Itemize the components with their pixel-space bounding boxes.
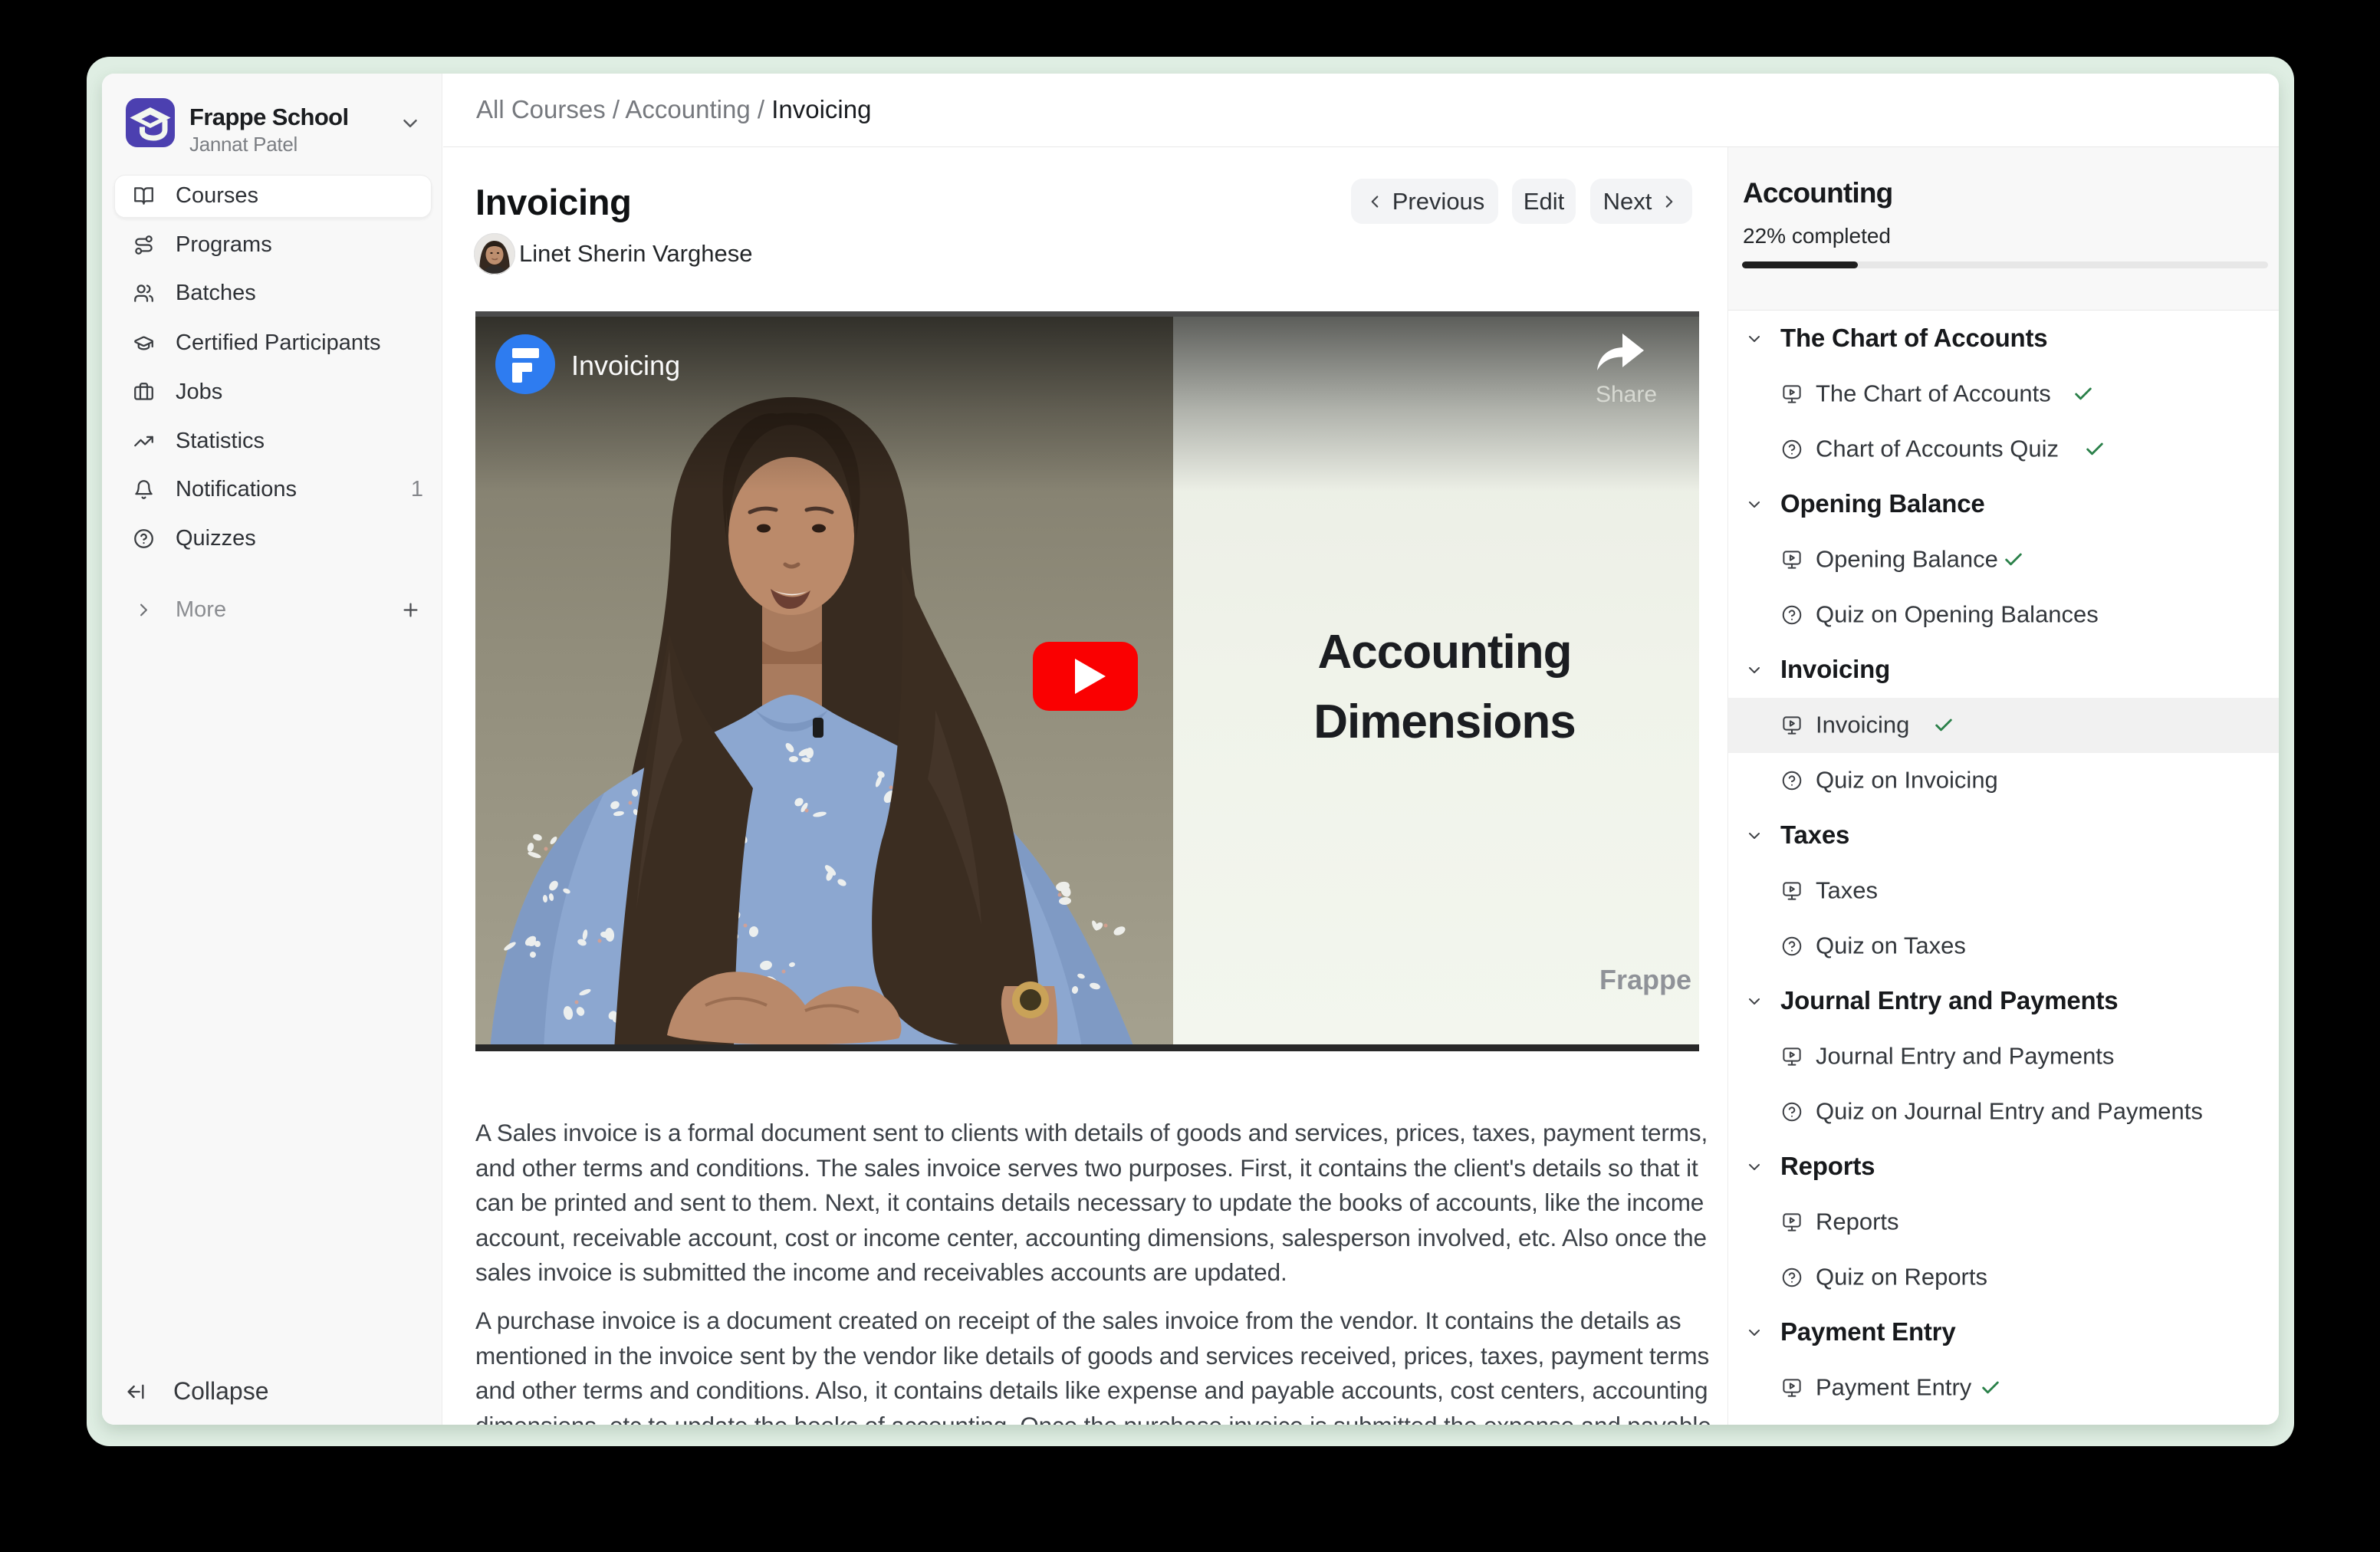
svg-text:Share: Share xyxy=(1596,382,1657,407)
svg-text:Accounting: Accounting xyxy=(1318,626,1572,679)
svg-text:Dimensions: Dimensions xyxy=(1313,695,1575,748)
svg-text:Frappe: Frappe xyxy=(1599,964,1691,995)
svg-text:Invoicing: Invoicing xyxy=(571,350,680,381)
